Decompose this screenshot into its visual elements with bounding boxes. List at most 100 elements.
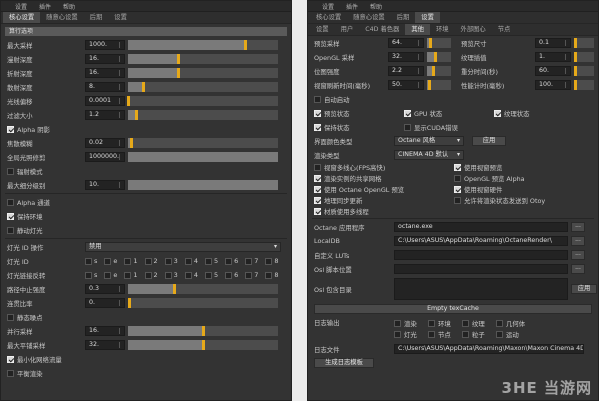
browse-button[interactable]: ...: [571, 222, 585, 232]
option-checkbox[interactable]: 环境: [428, 319, 462, 328]
subtab[interactable]: 节点: [492, 24, 517, 35]
slider-thumb[interactable]: [134, 110, 138, 120]
slider-thumb[interactable]: [243, 40, 247, 50]
checkbox-box[interactable]: [454, 186, 461, 193]
tab-core-settings[interactable]: 核心设置: [3, 12, 41, 23]
ui-color-dropdown[interactable]: Octane 风格: [394, 136, 464, 146]
render-type-dropdown[interactable]: CINEMA 4D 默认: [394, 150, 464, 160]
checkbox-box[interactable]: [204, 271, 212, 279]
light-id-checkbox[interactable]: 6: [225, 257, 238, 265]
value-slider[interactable]: [427, 38, 451, 48]
spinner-icon[interactable]: [565, 82, 569, 88]
subtab[interactable]: 环境: [430, 24, 455, 35]
numeric-input[interactable]: 16.: [85, 68, 125, 78]
checkbox-box[interactable]: [404, 109, 411, 117]
alpha-shadow-checkbox[interactable]: Alpha 阴影: [1, 125, 50, 134]
deep-image-checkbox[interactable]: 平衡渲染: [1, 369, 43, 378]
numeric-input[interactable]: 1.: [535, 52, 571, 62]
light-id-checkbox[interactable]: 1: [124, 271, 138, 279]
checkbox-box[interactable]: [144, 257, 152, 265]
slider-thumb[interactable]: [574, 52, 577, 62]
checkbox-box[interactable]: [245, 271, 253, 279]
checkbox-box[interactable]: [7, 198, 14, 206]
localdb-path-input[interactable]: C:\Users\ASUS\AppData\Roaming\OctaneRend…: [394, 236, 568, 246]
slider-thumb[interactable]: [574, 66, 577, 76]
checkbox-box[interactable]: [462, 331, 469, 338]
numeric-input[interactable]: 8.: [85, 82, 125, 92]
value-slider[interactable]: [427, 80, 451, 90]
light-id-checkbox[interactable]: 6: [225, 271, 238, 279]
checkbox-box[interactable]: [428, 331, 435, 338]
value-slider[interactable]: [127, 96, 278, 106]
spinner-icon[interactable]: [119, 56, 123, 62]
slider-thumb[interactable]: [130, 138, 133, 148]
checkbox-box[interactable]: [144, 271, 152, 279]
checkbox-box[interactable]: [496, 320, 503, 327]
value-slider[interactable]: [574, 80, 594, 90]
spinner-icon[interactable]: [418, 40, 422, 46]
spinner-icon[interactable]: [565, 40, 569, 46]
option-checkbox[interactable]: 允许将渲染状态发送到 Otoy: [448, 196, 588, 205]
checkbox-box[interactable]: [7, 125, 14, 133]
group-header[interactable]: 算行选项: [5, 27, 287, 36]
option-checkbox[interactable]: 使用视窗硬件: [448, 185, 588, 194]
numeric-input[interactable]: 1.2: [85, 110, 125, 120]
numeric-input[interactable]: 32.: [388, 52, 424, 62]
checkbox-box[interactable]: [7, 313, 14, 321]
generate-log-button[interactable]: 生成日志模板: [314, 358, 374, 368]
checkbox-box[interactable]: [7, 226, 14, 234]
option-checkbox[interactable]: 运动: [496, 330, 530, 339]
light-id-checkbox[interactable]: 1: [124, 257, 138, 265]
slider-thumb[interactable]: [173, 284, 176, 294]
coherent-slider[interactable]: [128, 298, 278, 308]
numeric-input[interactable]: 100.: [535, 80, 571, 90]
spinner-icon[interactable]: [565, 68, 569, 74]
spinner-icon[interactable]: [119, 286, 123, 292]
light-id-checkbox[interactable]: 3: [164, 257, 178, 265]
spinner-icon[interactable]: [119, 182, 123, 188]
alpha-channel-checkbox[interactable]: Alpha 通道: [1, 198, 50, 207]
numeric-input[interactable]: 64.: [388, 38, 424, 48]
checkbox-box[interactable]: [314, 175, 321, 182]
option-checkbox[interactable]: OpenGL 预览 Alpha: [448, 174, 588, 183]
checkbox-box[interactable]: [245, 257, 253, 265]
option-checkbox[interactable]: 材质使用多线程: [308, 207, 448, 216]
option-checkbox[interactable]: 灯光: [394, 330, 428, 339]
menu-plugins[interactable]: 插件: [39, 2, 51, 11]
checkbox-box[interactable]: [164, 257, 172, 265]
option-checkbox[interactable]: 预览状态: [308, 109, 398, 118]
spinner-icon[interactable]: [119, 342, 123, 348]
checkbox-box[interactable]: [454, 197, 461, 204]
option-checkbox[interactable]: 使用 Octane OpenGL 预览: [308, 185, 448, 194]
value-slider[interactable]: [574, 52, 594, 62]
checkbox-box[interactable]: [314, 208, 321, 215]
option-checkbox[interactable]: 粒子: [462, 330, 496, 339]
max-subdivision-input[interactable]: 10.: [85, 180, 125, 190]
checkbox-box[interactable]: [85, 271, 92, 279]
numeric-input[interactable]: 0.02: [85, 138, 125, 148]
numeric-input[interactable]: 0.0001: [85, 96, 125, 106]
spinner-icon[interactable]: [119, 300, 123, 306]
spinner-icon[interactable]: [418, 68, 422, 74]
option-checkbox[interactable]: 显示CUDA错误: [398, 123, 488, 132]
value-slider[interactable]: [128, 152, 278, 162]
keep-env-checkbox[interactable]: 保持环境: [1, 212, 43, 221]
checkbox-box[interactable]: [225, 257, 233, 265]
checkbox-box[interactable]: [104, 257, 112, 265]
browse-button[interactable]: ...: [571, 236, 585, 246]
light-id-checkbox[interactable]: e: [104, 271, 117, 279]
apply-button[interactable]: 应用: [472, 136, 506, 146]
light-id-checkbox[interactable]: 4: [184, 271, 198, 279]
subtab[interactable]: 用户: [335, 24, 360, 35]
light-id-checkbox[interactable]: e: [104, 257, 117, 265]
checkbox-box[interactable]: [265, 271, 273, 279]
browse-button[interactable]: ...: [571, 264, 585, 274]
slider-thumb[interactable]: [574, 38, 577, 48]
menu-plugins[interactable]: 插件: [346, 2, 358, 11]
path-term-slider[interactable]: [128, 284, 278, 294]
slider-thumb[interactable]: [202, 340, 205, 350]
light-id-checkbox[interactable]: 7: [245, 271, 258, 279]
light-id-checkbox[interactable]: s: [85, 257, 97, 265]
light-id-checkbox[interactable]: 5: [204, 271, 218, 279]
custom-luts-input[interactable]: [394, 250, 568, 260]
